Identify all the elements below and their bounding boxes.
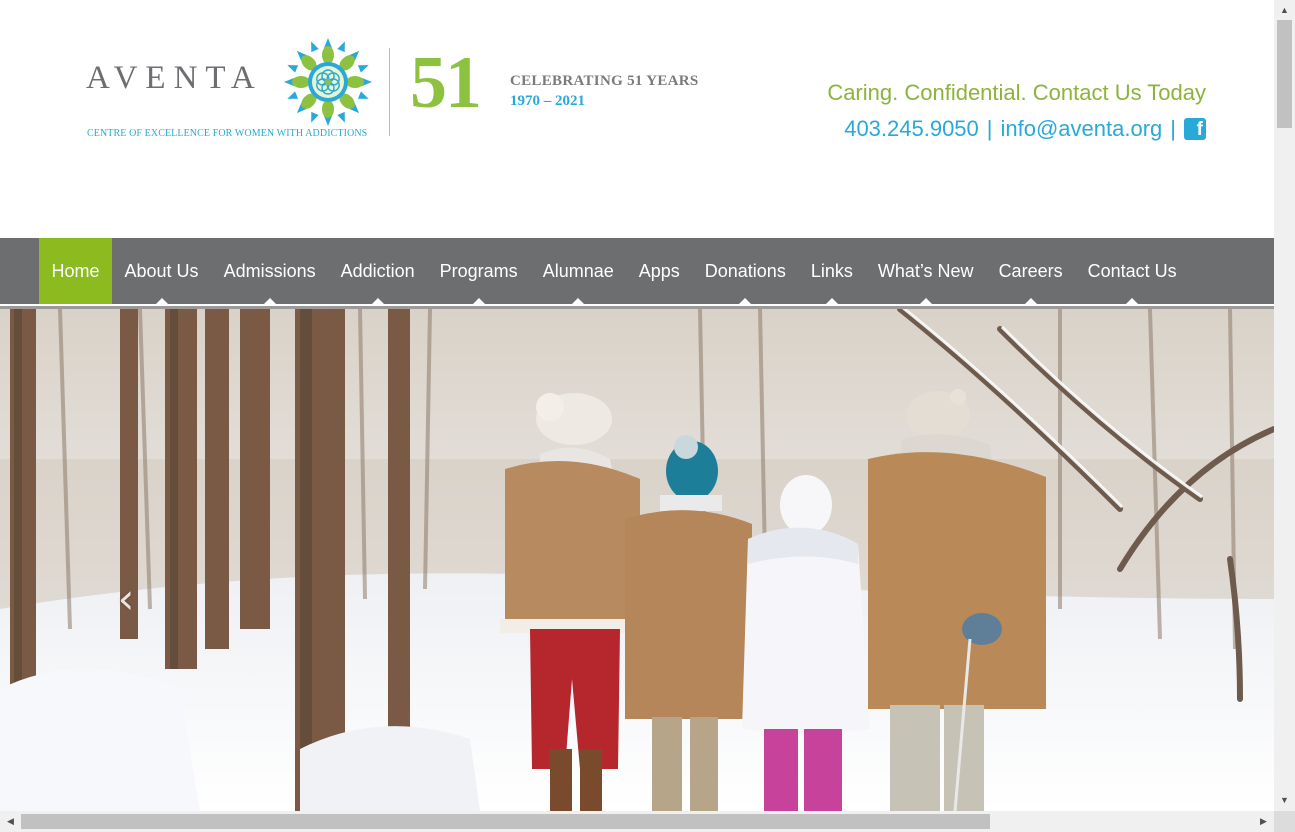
nav-item-careers[interactable]: Careers (986, 238, 1075, 304)
nav-list: Home About Us Admissions Addiction Progr… (39, 238, 1189, 304)
scroll-up-icon[interactable]: ▲ (1274, 2, 1295, 19)
nav-item-whats-new[interactable]: What’s New (865, 238, 986, 304)
main-nav: Home About Us Admissions Addiction Progr… (0, 238, 1274, 304)
nav-item-about-us[interactable]: About Us (112, 238, 211, 304)
nav-item-label: Donations (704, 260, 786, 281)
anniversary-number: 51 (410, 42, 482, 124)
scroll-right-icon[interactable]: ▶ (1255, 811, 1272, 832)
chevron-left-icon[interactable]: ‹ (108, 578, 144, 620)
nav-item-contact-us[interactable]: Contact Us (1075, 238, 1189, 304)
scroll-down-icon[interactable]: ▼ (1274, 792, 1295, 809)
vertical-scroll-thumb[interactable] (1277, 20, 1292, 128)
nav-item-label: Apps (638, 260, 680, 281)
nav-item-label: About Us (124, 260, 199, 281)
contact-tagline: Caring. Confidential. Contact Us Today (827, 80, 1206, 105)
email-link[interactable]: info@aventa.org (1001, 116, 1163, 142)
nav-item-label: Admissions (223, 260, 316, 281)
separator: | (1170, 116, 1176, 141)
nav-item-admissions[interactable]: Admissions (211, 238, 328, 304)
facebook-icon[interactable]: f (1184, 118, 1206, 140)
site-header: AVENTA CENTRE OF EXCELLENCE FOR WOMEN WI… (0, 0, 1274, 238)
anniversary-years: 1970 – 2021 (510, 93, 585, 109)
hero-slider: ‹ (0, 309, 1274, 811)
nav-item-addiction[interactable]: Addiction (328, 238, 427, 304)
nav-item-alumnae[interactable]: Alumnae (530, 238, 626, 304)
nav-item-label: Home (51, 260, 100, 281)
contact-line: 403.245.9050 | info@aventa.org | f (844, 116, 1206, 142)
hero-image (0, 309, 1274, 811)
brand-tagline: CENTRE OF EXCELLENCE FOR WOMEN WITH ADDI… (87, 128, 368, 139)
nav-item-label: Addiction (340, 260, 415, 281)
nav-item-label: Contact Us (1087, 260, 1177, 281)
scrollbar-corner (1274, 811, 1295, 832)
nav-item-programs[interactable]: Programs (427, 238, 530, 304)
phone-link[interactable]: 403.245.9050 (844, 116, 979, 142)
anniversary-title: CELEBRATING 51 YEARS (510, 73, 699, 89)
nav-item-label: Careers (998, 260, 1063, 281)
separator: | (986, 116, 993, 141)
nav-item-label: What’s New (877, 260, 974, 281)
horizontal-scrollbar[interactable]: ◀ ▶ (0, 811, 1274, 832)
mandala-logo-icon[interactable] (284, 38, 372, 126)
nav-item-apps[interactable]: Apps (626, 238, 692, 304)
nav-item-donations[interactable]: Donations (692, 238, 798, 304)
nav-item-label: Programs (439, 260, 518, 281)
scroll-left-icon[interactable]: ◀ (2, 811, 19, 832)
horizontal-scroll-thumb[interactable] (21, 814, 990, 829)
brand-wordmark[interactable]: AVENTA (86, 60, 263, 97)
vertical-scrollbar[interactable]: ▲ ▼ (1274, 0, 1295, 811)
nav-item-home[interactable]: Home (39, 238, 113, 304)
nav-item-label: Alumnae (542, 260, 614, 281)
nav-item-links[interactable]: Links (798, 238, 865, 304)
logo-divider (389, 48, 390, 136)
nav-item-label: Links (810, 260, 853, 281)
